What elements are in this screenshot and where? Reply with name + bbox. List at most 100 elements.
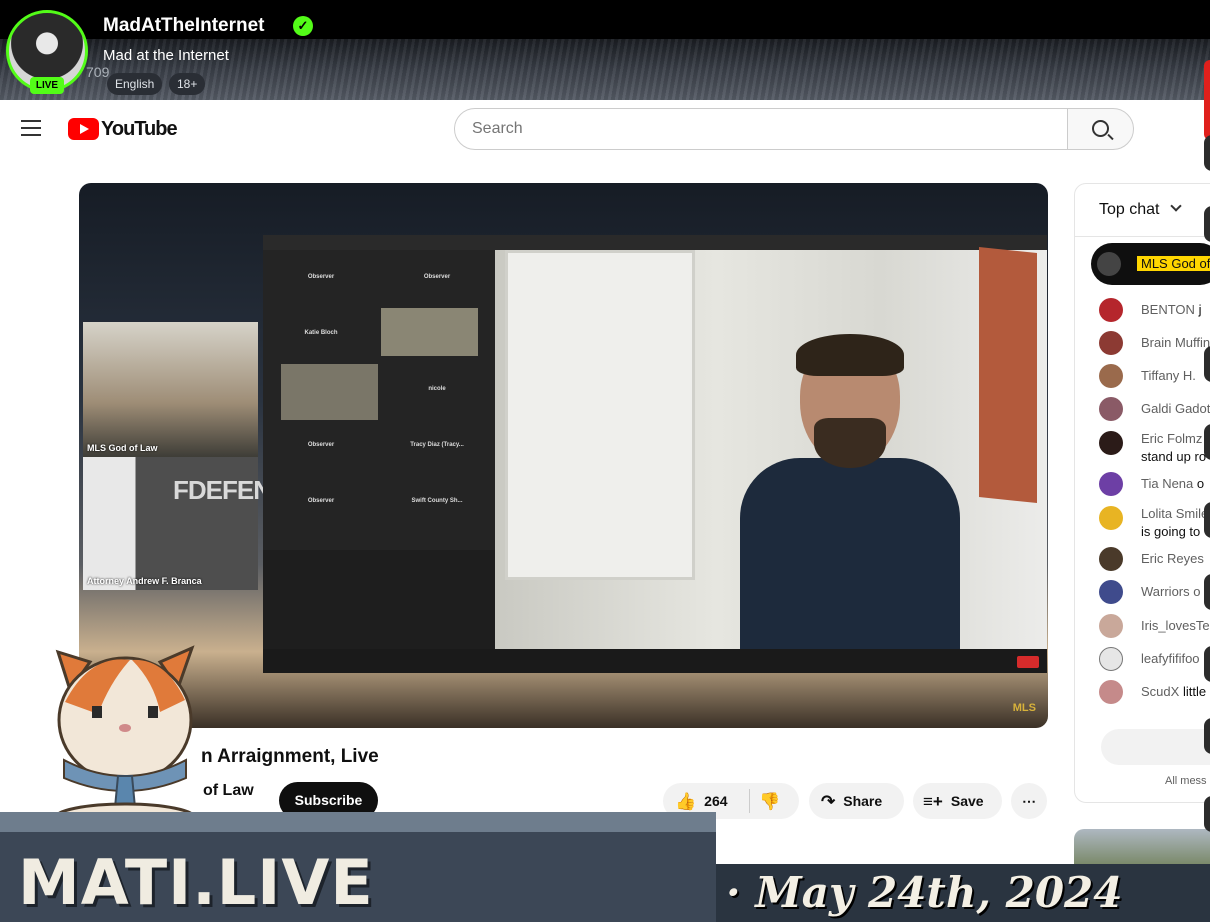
edge-avatar bbox=[1204, 135, 1210, 171]
divider bbox=[749, 789, 750, 813]
chat-username: BENTON j bbox=[1141, 302, 1202, 317]
screen: LIVE 709 MadAtTheInternet ✓ Mad at the I… bbox=[0, 0, 1210, 922]
hamburger-menu-icon[interactable] bbox=[21, 120, 41, 136]
defendant bbox=[740, 334, 960, 658]
video-title: n Arraignment, Live bbox=[201, 746, 379, 767]
zoom-top-bar bbox=[263, 235, 1047, 250]
chat-username: Tia Nena o bbox=[1141, 476, 1205, 491]
chat-avatar bbox=[1099, 298, 1123, 322]
share-button[interactable]: ↷ Share bbox=[809, 783, 904, 819]
more-icon: ⋯ bbox=[1022, 793, 1036, 809]
youtube-logo[interactable]: YouTube bbox=[68, 117, 178, 140]
like-count: 264 bbox=[704, 793, 728, 809]
host-camera-1: MLS God of Law bbox=[83, 322, 258, 457]
date-text: · May 24th, 2024 bbox=[726, 868, 1123, 917]
banner-text: MATI.LIVE bbox=[18, 846, 374, 919]
zoom-window: Observer Observer Katie Bloch nicole Obs… bbox=[263, 235, 1047, 673]
video-channel-name[interactable]: of Law bbox=[203, 782, 254, 800]
zoom-toolbar bbox=[263, 649, 1047, 673]
stream-title: Mad at the Internet bbox=[103, 47, 229, 64]
tag-language[interactable]: English bbox=[107, 73, 163, 95]
chat-avatar bbox=[1099, 472, 1123, 496]
chat-username: leafyfififoo bbox=[1141, 651, 1200, 666]
playlist-add-icon: ≡+ bbox=[923, 792, 943, 812]
search-input[interactable] bbox=[454, 108, 1068, 150]
hamster-mascot-icon bbox=[53, 645, 197, 824]
viewer-count: 709 bbox=[86, 64, 110, 80]
edge-avatar bbox=[1204, 206, 1210, 242]
wall-board bbox=[979, 246, 1037, 504]
chat-avatar bbox=[1099, 331, 1123, 355]
chat-username: ScudX little bbox=[1141, 684, 1207, 699]
youtube-logo-text: YouTube bbox=[101, 117, 178, 140]
video-player[interactable]: MLS God of Law FDEFENSI Attorney Andrew … bbox=[79, 183, 1048, 728]
defendant-video-feed bbox=[495, 246, 1047, 658]
save-button[interactable]: ≡+ Save bbox=[913, 783, 1002, 819]
mati-banner: MATI.LIVE bbox=[0, 812, 716, 922]
search-button[interactable] bbox=[1067, 108, 1134, 150]
participant-tile: Katie Bloch bbox=[304, 330, 338, 336]
chat-avatar bbox=[1099, 397, 1123, 421]
edge-avatar bbox=[1204, 574, 1210, 610]
chat-avatar bbox=[1099, 647, 1123, 671]
search-icon bbox=[1092, 120, 1109, 137]
chat-text: stand up ro bbox=[1141, 449, 1207, 464]
host-cameras: MLS God of Law FDEFENSI Attorney Andrew … bbox=[83, 322, 295, 590]
pinned-author: MLS God of bbox=[1137, 256, 1210, 271]
mls-watermark: MLS bbox=[1012, 702, 1036, 714]
save-label: Save bbox=[950, 793, 984, 809]
chat-username: Lolita Smile bbox=[1141, 506, 1209, 521]
chat-mode-selector[interactable]: Top chat bbox=[1099, 201, 1159, 219]
participant-tile: Observer bbox=[423, 274, 451, 280]
chat-avatar bbox=[1099, 580, 1123, 604]
edge-avatar bbox=[1204, 424, 1210, 460]
youtube-play-icon bbox=[68, 118, 99, 140]
participant-grid: Observer Observer Katie Bloch nicole Obs… bbox=[263, 250, 495, 550]
more-actions-button[interactable]: ⋯ bbox=[1011, 783, 1047, 819]
edge-avatar bbox=[1204, 796, 1210, 832]
pinned-message[interactable]: MLS God of bbox=[1091, 243, 1210, 285]
edge-avatar bbox=[1204, 502, 1210, 538]
divider bbox=[1075, 236, 1210, 237]
verified-icon: ✓ bbox=[293, 16, 313, 36]
camera-label-1: MLS God of Law bbox=[87, 443, 158, 453]
dislike-button[interactable]: 👎 bbox=[759, 783, 788, 820]
participant-tile: Swift County Sh... bbox=[411, 498, 463, 504]
thumbs-down-icon: 👎 bbox=[759, 792, 781, 812]
participant-tile: nicole bbox=[428, 386, 446, 392]
edge-avatar bbox=[1204, 346, 1210, 382]
participant-video bbox=[381, 308, 478, 356]
host-camera-2: FDEFENSI Attorney Andrew F. Branca bbox=[83, 457, 295, 590]
chevron-down-icon[interactable] bbox=[1170, 200, 1182, 212]
chat-username: Tiffany H. bbox=[1141, 368, 1196, 383]
participant-tile: Observer bbox=[307, 274, 335, 280]
camera-label-2: Attorney Andrew F. Branca bbox=[87, 576, 202, 586]
notification-edge bbox=[1204, 60, 1210, 140]
share-icon: ↷ bbox=[821, 792, 836, 812]
tag-age-rating[interactable]: 18+ bbox=[169, 73, 206, 95]
live-badge: LIVE bbox=[30, 77, 64, 94]
participant-tile: Observer bbox=[307, 498, 335, 504]
chat-avatar bbox=[1099, 506, 1123, 530]
door bbox=[505, 250, 695, 580]
channel-name[interactable]: MadAtTheInternet bbox=[103, 15, 265, 37]
participant-tile: Observer bbox=[307, 442, 335, 448]
participant-tile: Tracy Diaz (Tracy... bbox=[410, 442, 464, 448]
chat-username: Eric Reyes bbox=[1141, 551, 1204, 566]
chat-input[interactable] bbox=[1101, 729, 1210, 765]
chat-avatar bbox=[1099, 364, 1123, 388]
stream-header: LIVE 709 MadAtTheInternet ✓ Mad at the I… bbox=[0, 0, 1210, 100]
share-label: Share bbox=[843, 793, 883, 809]
chat-username: Eric Folmz bbox=[1141, 431, 1203, 446]
date-banner: · May 24th, 2024 bbox=[716, 864, 1210, 922]
chat-footer-note: All mess bbox=[1165, 775, 1207, 787]
participant-video bbox=[281, 364, 378, 420]
pinned-avatar bbox=[1097, 252, 1121, 276]
chat-username: Iris_lovesTe bbox=[1141, 618, 1210, 633]
chat-avatar bbox=[1099, 431, 1123, 455]
edge-avatar bbox=[1204, 718, 1210, 754]
chat-username: Warriors o bbox=[1141, 584, 1201, 599]
chat-username: Brain Muffin bbox=[1141, 335, 1210, 350]
edge-avatar bbox=[1204, 646, 1210, 682]
zoom-end-button bbox=[1017, 656, 1039, 668]
